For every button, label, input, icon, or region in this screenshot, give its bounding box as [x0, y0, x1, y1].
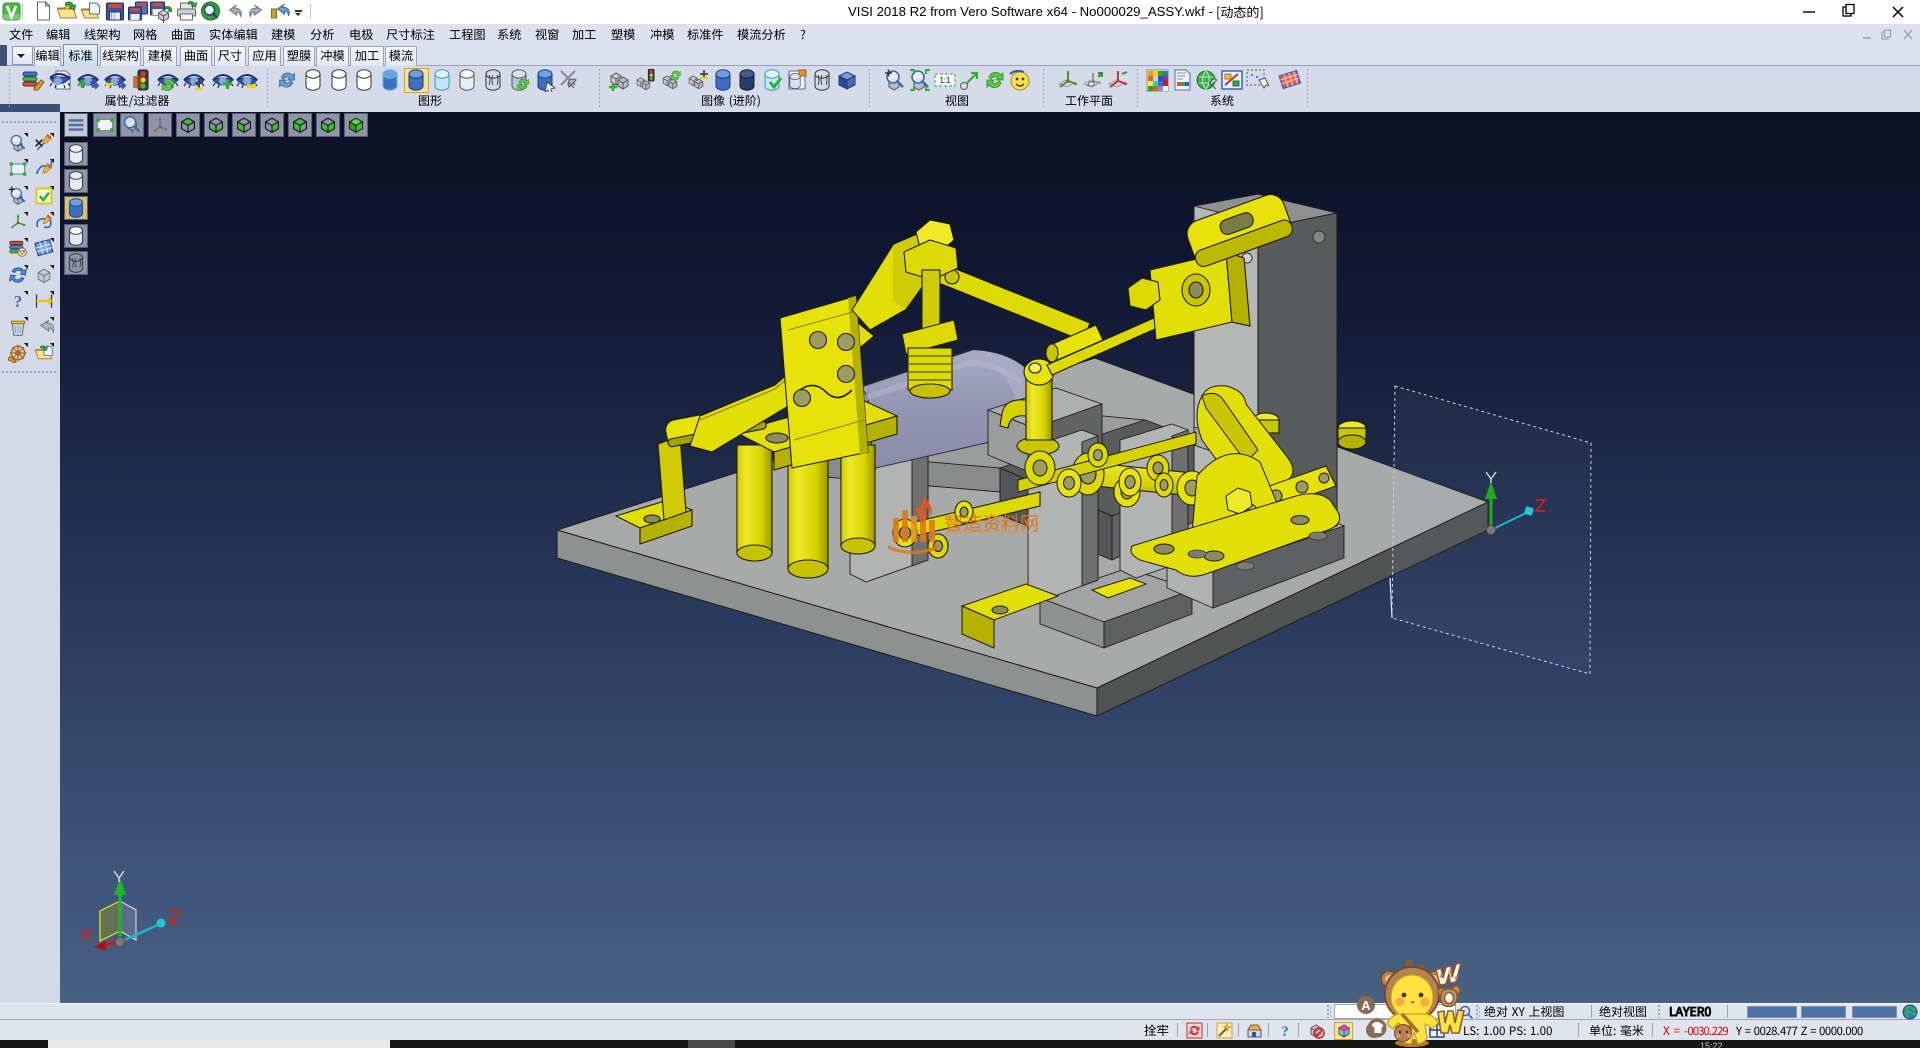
svg-text:1:1: 1:1: [939, 76, 951, 85]
svg-text:?: ?: [14, 292, 22, 311]
svg-text:A: A: [1361, 998, 1371, 1013]
svg-text:?: ?: [1281, 1024, 1289, 1039]
